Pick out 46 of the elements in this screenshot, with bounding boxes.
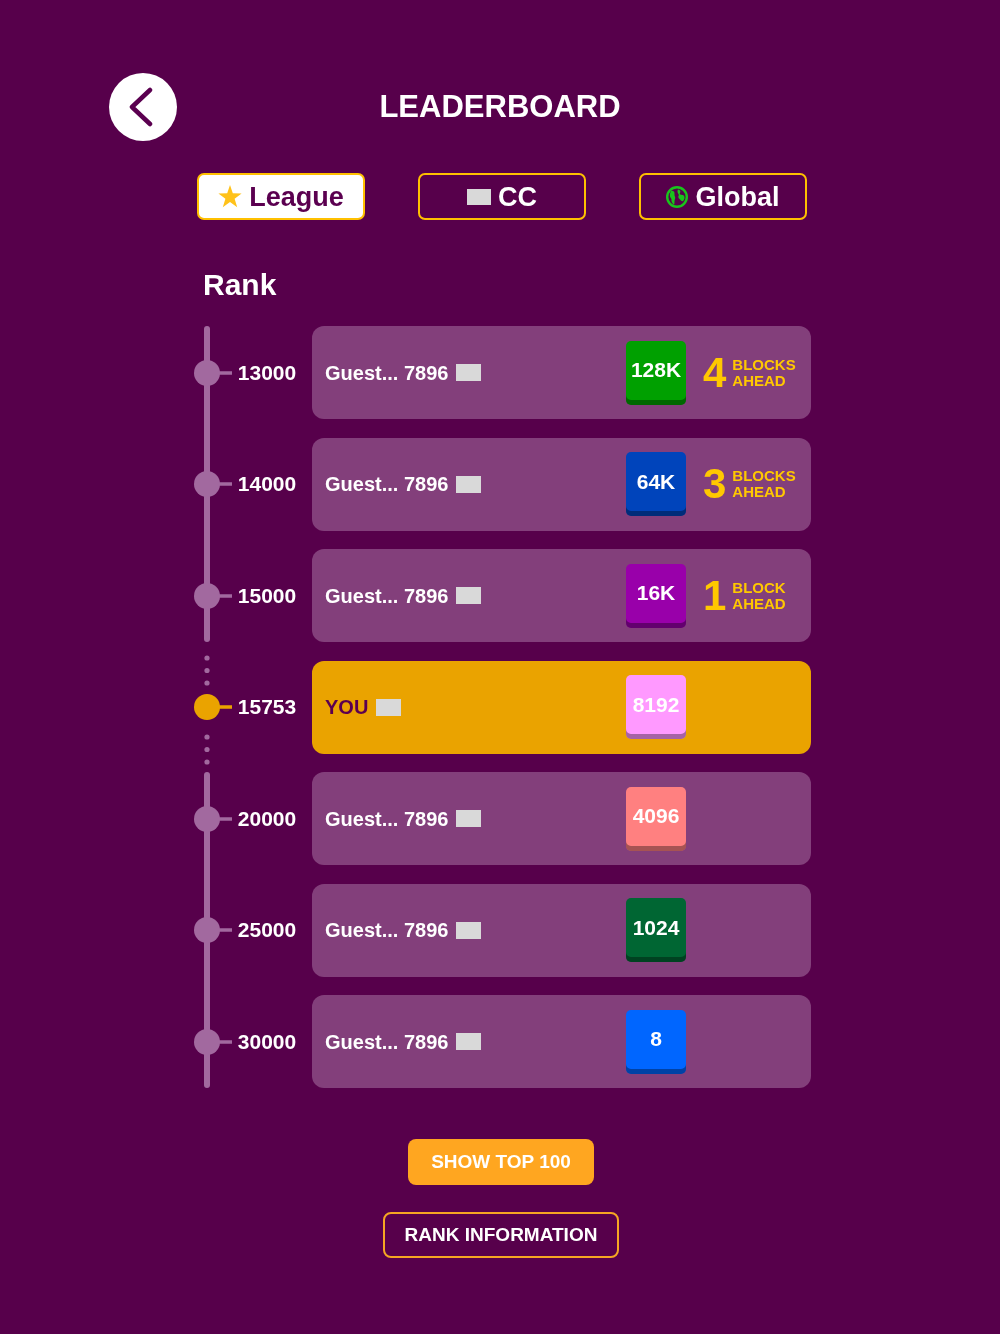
flag-icon xyxy=(456,364,482,381)
player-name: YOU xyxy=(325,695,369,720)
blocks-ahead-count: 4 xyxy=(703,350,727,395)
blocks-ahead-label: BLOCK AHEAD xyxy=(732,579,786,612)
tab[interactable]: CC xyxy=(418,173,586,220)
player-name: Guest... 7896 xyxy=(325,806,449,832)
dotted-connector-icon xyxy=(204,654,210,686)
player-name: Guest... 7896 xyxy=(325,583,449,609)
rank-number: 15753 xyxy=(237,694,297,720)
player-name: Guest... 7896 xyxy=(325,472,449,497)
rank-number: 13000 xyxy=(237,359,297,386)
flag-icon xyxy=(456,587,482,604)
blocks-ahead-count: 1 xyxy=(703,573,727,618)
flag-icon xyxy=(467,188,491,205)
flag-icon xyxy=(456,1033,482,1050)
rank-number: 20000 xyxy=(237,805,297,832)
rank-number: 30000 xyxy=(237,1028,297,1055)
blocks-ahead-label: BLOCKS AHEAD xyxy=(732,356,796,389)
number-tile: 128K xyxy=(626,340,686,405)
blocks-ahead-count: 3 xyxy=(703,462,727,506)
player-name: Guest... 7896 xyxy=(325,918,449,943)
star-icon xyxy=(218,185,243,208)
number-tile: 64K xyxy=(626,452,686,516)
flag-icon xyxy=(376,698,402,716)
flag-icon xyxy=(456,810,482,827)
player-name: Guest... 7896 xyxy=(325,1029,449,1055)
tab[interactable]: Global xyxy=(639,173,807,220)
player-name: Guest... 7896 xyxy=(325,360,449,386)
blocks-ahead-label: BLOCKS AHEAD xyxy=(732,468,796,500)
rank-number: 15000 xyxy=(237,582,297,609)
tab[interactable]: League xyxy=(197,173,365,220)
number-tile: 1024 xyxy=(626,898,686,962)
rank-information-button[interactable]: RANK INFORMATION xyxy=(382,1212,620,1258)
dotted-connector-icon xyxy=(204,733,210,765)
chevron-left-icon xyxy=(128,87,154,127)
number-tile: 4096 xyxy=(626,786,686,851)
section-heading: Rank xyxy=(203,267,278,303)
flag-icon xyxy=(456,475,482,493)
rank-number: 25000 xyxy=(237,917,297,943)
rank-number: 14000 xyxy=(237,471,297,497)
number-tile: 8192 xyxy=(626,675,686,739)
globe-icon xyxy=(666,185,689,208)
number-tile: 16K xyxy=(626,563,686,628)
flag-icon xyxy=(456,921,482,939)
number-tile: 8 xyxy=(626,1009,686,1074)
page-title: LEADERBOARD xyxy=(378,88,622,126)
